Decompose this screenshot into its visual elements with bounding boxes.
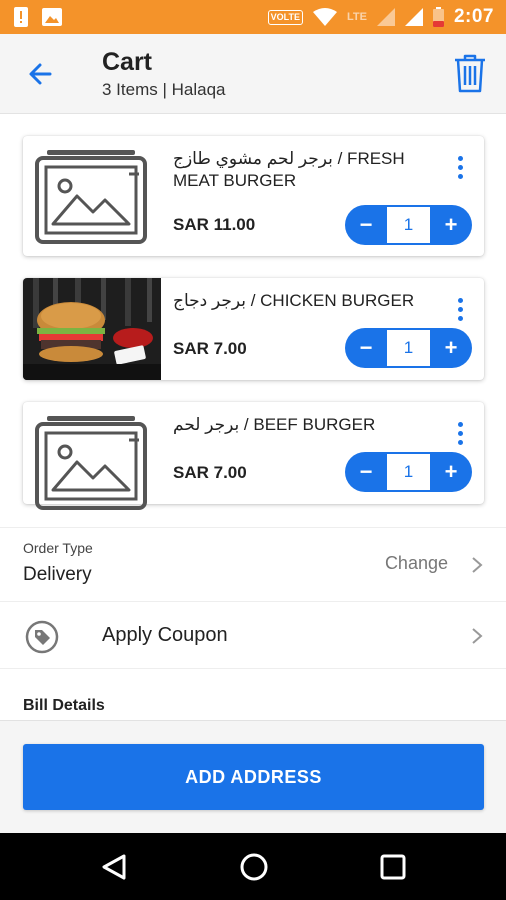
item-name: برجر لحم مشوي طازج / FRESH MEAT BURGER [173,149,405,190]
more-options-icon[interactable] [456,422,464,448]
coupon-tag-icon [25,620,59,654]
quantity-stepper: − 1 + [345,205,472,245]
change-order-type-button[interactable]: Change [385,553,448,574]
bill-details-heading: Bill Details [23,697,105,714]
placeholder-image-icon [35,150,147,244]
order-type-label: Order Type [23,540,93,556]
wifi-icon [313,8,337,26]
order-type-row[interactable]: Order Type Delivery Change [0,527,506,602]
more-options-icon[interactable] [456,156,464,182]
item-name: برجر لحم / BEEF BURGER [173,415,376,434]
more-options-icon[interactable] [456,298,464,324]
clock: 2:07 [453,6,494,27]
signal-icon-2 [404,8,423,26]
item-name: برجر دجاج / CHICKEN BURGER [173,291,415,310]
image-icon [42,8,62,26]
burger-photo [23,278,161,380]
trash-icon[interactable] [452,52,488,94]
network-label: LTE [347,11,367,23]
page-title: Cart [102,48,153,76]
decrease-button[interactable]: − [345,452,387,492]
quantity-value: 1 [387,207,430,243]
apply-coupon-row[interactable]: Apply Coupon [0,603,506,669]
nav-back-icon[interactable] [100,853,128,881]
page-subtitle: 3 Items | Halaqa [102,80,226,99]
nav-home-icon[interactable] [239,852,269,882]
increase-button[interactable]: + [430,205,472,245]
quantity-value: 1 [387,454,430,490]
cart-item-card: برجر لحم مشوي طازج / FRESH MEAT BURGER S… [23,136,484,256]
increase-button[interactable]: + [430,452,472,492]
decrease-button[interactable]: − [345,205,387,245]
decrease-button[interactable]: − [345,328,387,368]
item-price: SAR 11.00 [173,215,256,234]
quantity-stepper: − 1 + [345,328,472,368]
increase-button[interactable]: + [430,328,472,368]
item-price: SAR 7.00 [173,463,247,482]
back-arrow-icon[interactable] [24,58,56,90]
signal-icon [376,8,395,26]
nav-recents-icon[interactable] [380,854,406,880]
cart-item-card: برجر لحم / BEEF BURGER SAR 7.00 − 1 + [23,402,484,510]
app-header: Cart 3 Items | Halaqa [0,34,506,114]
system-nav-bar [0,833,506,900]
chevron-right-icon [472,628,483,644]
volte-badge: VOLTE [267,9,303,25]
item-price: SAR 7.00 [173,339,247,358]
add-address-button[interactable]: ADD ADDRESS [23,744,484,810]
order-type-value: Delivery [23,564,92,585]
placeholder-image-icon [35,416,147,510]
chevron-right-icon [472,557,483,573]
quantity-value: 1 [387,330,430,366]
apply-coupon-label: Apply Coupon [102,624,228,646]
status-bar: VOLTE LTE 2:07 [0,0,506,34]
battery-icon [432,7,444,27]
bottom-action-bar: ADD ADDRESS [0,720,506,833]
quantity-stepper: − 1 + [345,452,472,492]
cart-item-card: برجر دجاج / CHICKEN BURGER SAR 7.00 − 1 … [23,278,484,380]
alert-icon [14,7,28,27]
